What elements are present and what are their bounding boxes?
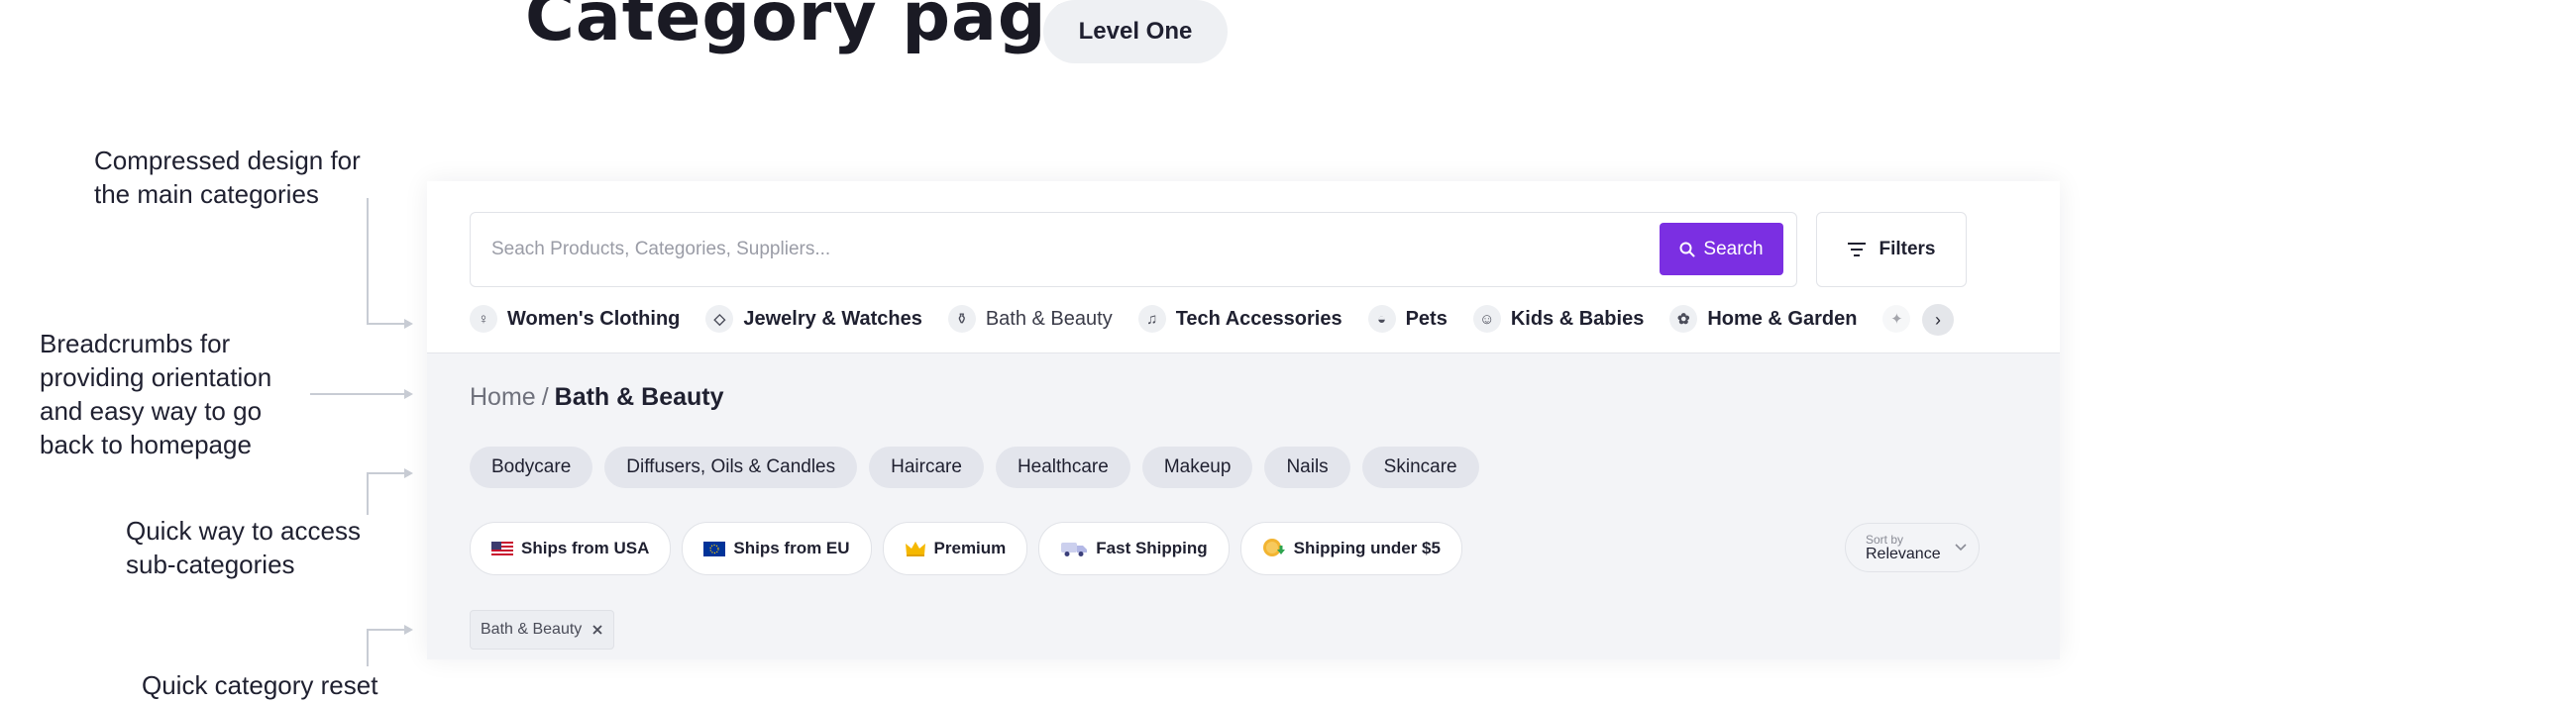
filter-label: Premium [933,539,1007,557]
active-category-label: Bath & Beauty [481,621,583,638]
truck-icon [1061,543,1088,556]
category-label: Women's Clothing [507,307,681,330]
bottle-icon: ⚱ [947,305,976,333]
chevron-right-icon: › [1935,309,1941,330]
active-category-tag: Bath & Beauty [470,610,615,650]
arrow-head-icon [404,468,413,478]
search-button[interactable]: Search [1660,223,1783,275]
filter-premium[interactable]: Premium [882,522,1028,575]
arrow-head-icon [404,389,413,399]
category-womens-clothing[interactable]: ♀ Women's Clothing [470,305,680,333]
category-scroll-next-button[interactable]: › [1922,304,1954,336]
subcategory-pill[interactable]: Healthcare [995,447,1130,488]
category-jewelry-watches[interactable]: ◇ Jewelry & Watches [705,305,922,333]
filter-ships-usa[interactable]: Ships from USA [470,522,672,575]
breadcrumb-home-link[interactable]: Home [470,383,536,411]
dress-icon: ♀ [470,305,497,333]
annotation-line [367,629,404,631]
chevron-down-icon [1955,544,1967,552]
eu-flag-icon [703,541,726,556]
crown-icon [905,542,925,556]
arrow-head-icon [404,625,413,635]
annotation-line [367,629,369,666]
category-label: Tech Accessories [1175,307,1342,330]
subcategory-pill[interactable]: Makeup [1141,447,1253,488]
sort-value: Relevance [1866,545,1941,562]
category-pets[interactable]: ◒ Pets [1367,305,1448,333]
subcategory-pill[interactable]: Nails [1264,447,1350,488]
annotation-line [367,472,369,515]
filter-ships-eu[interactable]: Ships from EU [682,522,872,575]
main-category-nav: ♀ Women's Clothing ◇ Jewelry & Watches ⚱… [470,299,1911,339]
filter-lines-icon [1848,243,1867,256]
subcategory-pill[interactable]: Haircare [869,447,984,488]
category-label: Bath & Beauty [985,307,1113,330]
breadcrumb: Home / Bath & Beauty [470,383,724,412]
category-tech-accessories[interactable]: ♫ Tech Accessories [1137,305,1342,333]
subcategory-pill[interactable]: Diffusers, Oils & Candles [604,447,858,488]
category-kids-babies[interactable]: ☺ Kids & Babies [1472,305,1645,333]
filter-fast-shipping[interactable]: Fast Shipping [1038,522,1230,575]
headphones-icon: ♫ [1137,305,1166,333]
usa-flag-icon [491,541,513,556]
category-bath-beauty[interactable]: ⚱ Bath & Beauty [947,305,1113,333]
annotation-line [367,323,404,325]
filter-label: Fast Shipping [1096,539,1208,557]
level-badge: Level One [1043,0,1228,63]
annotation-line [367,198,369,323]
annotation-line [310,393,404,395]
filter-label: Ships from EU [733,539,850,557]
bib-icon: ☺ [1472,305,1501,333]
subcategory-pill[interactable]: Bodycare [470,447,593,488]
pet-bowl-icon: ◒ [1367,305,1396,333]
more-categories-icon: ✦ [1882,305,1911,333]
coin-icon [1262,539,1285,556]
category-label: Home & Garden [1707,307,1858,330]
subcategory-list: Bodycare Diffusers, Oils & Candles Hairc… [470,447,1479,488]
search-button-label: Search [1703,238,1764,259]
filter-shipping-under-5[interactable]: Shipping under $5 [1239,522,1462,575]
filters-button[interactable]: Filters [1816,212,1967,287]
sort-dropdown[interactable]: Sort by Relevance [1845,523,1980,572]
subcategory-pill[interactable]: Skincare [1361,447,1479,488]
search-icon [1679,242,1695,256]
annotation-breadcrumbs: Breadcrumbs for providing orientation an… [40,329,272,459]
arrow-head-icon [404,319,413,329]
breadcrumb-separator: / [541,383,549,411]
close-icon[interactable] [591,624,603,636]
category-label: Jewelry & Watches [743,307,922,330]
category-label: Pets [1405,307,1448,330]
breadcrumb-current: Bath & Beauty [554,383,724,411]
necklace-icon: ◇ [705,305,734,333]
category-home-garden[interactable]: ✿ Home & Garden [1669,305,1857,333]
annotation-line [367,472,404,474]
page-title: Category page [525,0,1094,56]
filter-label: Shipping under $5 [1293,539,1441,557]
annotation-subcategories: Quick way to access sub-categories [126,516,361,579]
plant-icon: ✿ [1669,305,1698,333]
category-label: Kids & Babies [1510,307,1645,330]
filter-label: Ships from USA [521,539,650,557]
search-input[interactable] [489,224,1643,275]
annotation-compressed: Compressed design for the main categorie… [94,146,361,209]
sort-label: Sort by [1866,532,1904,547]
annotation-reset: Quick category reset [142,670,378,700]
filters-label: Filters [1878,239,1936,259]
quick-filter-list: Ships from USA Ships from EU Premium Fas… [470,522,1462,575]
